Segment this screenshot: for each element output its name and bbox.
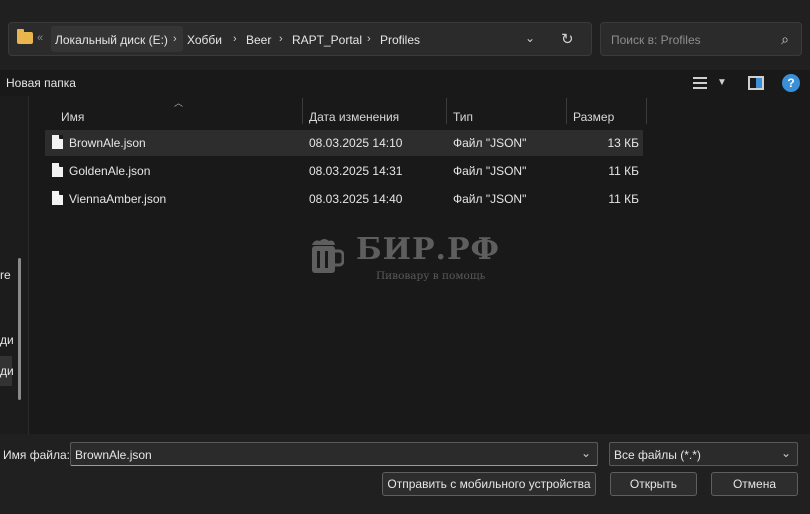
file-icon <box>52 163 63 177</box>
open-button[interactable]: Открыть <box>610 472 697 496</box>
view-dropdown-icon[interactable]: ▼ <box>717 77 727 88</box>
view-mode-icon[interactable] <box>693 77 707 89</box>
file-row[interactable]: GoldenAle.json 08.03.2025 14:31 Файл "JS… <box>45 158 643 184</box>
file-name: GoldenAle.json <box>69 164 151 178</box>
chevron-down-icon[interactable]: ⌄ <box>581 446 591 460</box>
file-size: 13 КБ <box>607 136 639 150</box>
breadcrumb-separator-icon: › <box>279 33 283 45</box>
file-type: Файл "JSON" <box>453 192 527 206</box>
breadcrumb-separator-icon: › <box>233 33 237 45</box>
column-divider[interactable] <box>646 98 647 124</box>
search-icon[interactable]: ⌕ <box>781 31 789 48</box>
folder-icon <box>17 29 33 44</box>
file-icon <box>52 191 63 205</box>
breadcrumb-profiles[interactable]: Profiles <box>380 33 420 47</box>
file-date: 08.03.2025 14:31 <box>309 164 403 178</box>
file-name: ViennaAmber.json <box>69 192 167 206</box>
filename-value[interactable]: BrownAle.json <box>75 448 152 462</box>
file-name: BrownAle.json <box>69 136 146 150</box>
column-header-date[interactable]: Дата изменения <box>309 110 399 124</box>
chevron-down-icon[interactable]: ⌄ <box>781 446 791 460</box>
column-header-type[interactable]: Тип <box>453 110 473 124</box>
file-size: 11 КБ <box>608 192 639 206</box>
nav-item[interactable]: ди <box>0 364 14 378</box>
nav-scrollbar[interactable] <box>18 258 21 400</box>
sort-ascending-icon: ︿ <box>174 98 184 108</box>
breadcrumb-drive[interactable]: Локальный диск (E:) <box>55 33 168 47</box>
address-history-dropdown-icon[interactable]: ⌄ <box>525 31 535 45</box>
watermark-subtitle: Пивовару в помощь <box>376 270 486 282</box>
command-bar <box>0 70 810 96</box>
file-type: Файл "JSON" <box>453 136 527 150</box>
column-header-size[interactable]: Размер <box>573 110 614 124</box>
file-icon <box>52 135 63 149</box>
column-header-name[interactable]: Имя <box>61 110 84 124</box>
search-input[interactable]: Поиск в: Profiles <box>611 33 701 47</box>
new-folder-button[interactable]: Новая папка <box>6 76 76 90</box>
filename-field[interactable]: BrownAle.json ⌄ <box>70 442 598 466</box>
column-divider[interactable] <box>302 98 303 124</box>
search-box[interactable]: Поиск в: Profiles ⌕ <box>600 22 802 56</box>
overflow-chevron-icon[interactable]: « <box>37 32 43 44</box>
file-type: Файл "JSON" <box>453 164 527 178</box>
column-divider[interactable] <box>446 98 447 124</box>
preview-pane-icon[interactable] <box>748 76 764 90</box>
breadcrumb-rapt-portal[interactable]: RAPT_Portal <box>292 33 362 47</box>
breadcrumb-hobby[interactable]: Хобби <box>187 33 222 47</box>
watermark-title: БИР.РФ <box>356 232 501 267</box>
file-date: 08.03.2025 14:10 <box>309 136 403 150</box>
cancel-button[interactable]: Отмена <box>711 472 798 496</box>
filetype-value: Все файлы (*.*) <box>614 448 701 462</box>
refresh-icon[interactable]: ↻ <box>561 30 574 48</box>
column-divider[interactable] <box>566 98 567 124</box>
send-from-mobile-button[interactable]: Отправить с мобильного устройства <box>382 472 596 496</box>
file-row[interactable]: BrownAle.json 08.03.2025 14:10 Файл "JSO… <box>45 130 643 156</box>
filetype-select[interactable]: Все файлы (*.*) ⌄ <box>609 442 798 466</box>
nav-item[interactable]: re <box>0 268 11 282</box>
file-date: 08.03.2025 14:40 <box>309 192 403 206</box>
file-row[interactable]: ViennaAmber.json 08.03.2025 14:40 Файл "… <box>45 186 643 212</box>
breadcrumb-beer[interactable]: Beer <box>246 33 271 47</box>
beer-mug-icon <box>312 239 344 273</box>
file-size: 11 КБ <box>608 164 639 178</box>
breadcrumb-separator-icon: › <box>173 33 177 45</box>
filename-label: Имя файла: <box>3 448 70 462</box>
breadcrumb-separator-icon: › <box>367 33 371 45</box>
help-icon[interactable]: ? <box>782 74 800 92</box>
address-bar[interactable]: « Локальный диск (E:) › Хобби › Beer › R… <box>8 22 592 56</box>
nav-item[interactable]: ди <box>0 333 14 347</box>
